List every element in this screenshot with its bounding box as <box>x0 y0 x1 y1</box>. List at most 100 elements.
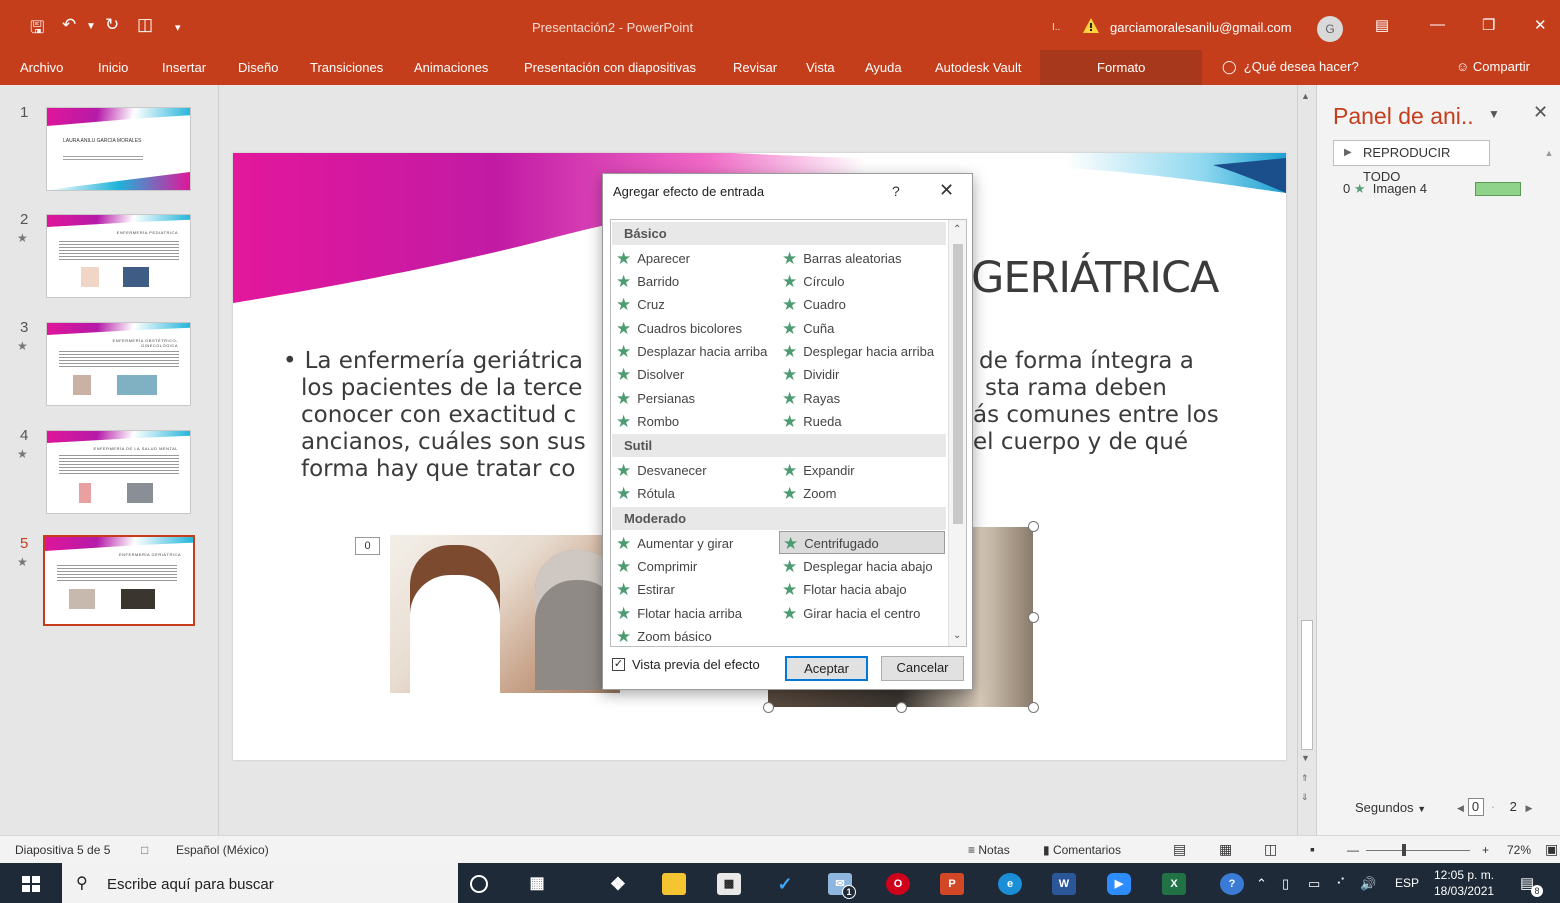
effect-barrido[interactable]: ★ Barrido <box>616 270 679 293</box>
slide-sorter-icon[interactable]: ▦ <box>1219 841 1232 858</box>
effect-desvanecer[interactable]: ★ Desvanecer <box>616 459 707 482</box>
slide-vertical-scrollbar[interactable]: ▲ ▼ ⇑ ⇓ <box>1297 85 1315 835</box>
tab-revisar[interactable]: Revisar <box>733 60 777 75</box>
normal-view-icon[interactable]: ▤ <box>1173 841 1186 858</box>
slide-bullet-text-right[interactable]: de forma íntegra a sta rama deben ás com… <box>973 348 1219 456</box>
wifi-icon[interactable]: ⠊ <box>1336 876 1346 892</box>
notes-button[interactable]: ≡ Notas <box>968 843 1010 857</box>
store-icon[interactable]: ▩ <box>717 873 741 895</box>
previous-slide-icon[interactable]: ⇑ <box>1301 773 1309 784</box>
clock[interactable]: 12:05 p. m. 18/03/2021 <box>1434 867 1494 899</box>
tab-animaciones[interactable]: Animaciones <box>414 60 488 75</box>
redo-icon[interactable]: ↻ <box>105 15 119 35</box>
ribbon-display-options-icon[interactable]: ▤ <box>1375 16 1389 34</box>
tab-formato[interactable]: Formato <box>1040 50 1202 85</box>
taskbar-search[interactable]: ⚲ Escribe aquí para buscar <box>62 863 458 903</box>
warning-icon[interactable] <box>1083 18 1099 33</box>
share-button[interactable]: ☺ Compartir <box>1456 59 1530 74</box>
file-explorer-icon[interactable] <box>662 873 686 895</box>
accessibility-icon[interactable]: □ <box>141 843 148 857</box>
close-window-icon[interactable]: ✕ <box>1534 16 1547 34</box>
help-tray-icon[interactable]: ? <box>1220 873 1244 895</box>
scroll-up-icon[interactable]: ⌃ <box>953 224 961 235</box>
effect-rueda[interactable]: ★ Rueda <box>782 410 842 433</box>
dropbox-icon[interactable]: ❖ <box>606 873 630 895</box>
avatar[interactable]: G <box>1317 16 1343 42</box>
effect-rayas[interactable]: ★ Rayas <box>782 387 840 410</box>
timeline-scale[interactable]: ◀ 0 · 2 ▶ <box>1457 798 1532 816</box>
cortana-icon[interactable] <box>470 875 488 893</box>
effect-aumentar-y-girar[interactable]: ★ Aumentar y girar <box>616 532 733 555</box>
zoom-out-icon[interactable]: — <box>1347 843 1359 857</box>
effect-rombo[interactable]: ★ Rombo <box>616 410 679 433</box>
battery-icon[interactable]: ▭ <box>1308 876 1320 892</box>
close-pane-icon[interactable]: ✕ <box>1533 102 1548 123</box>
powerpoint-icon[interactable]: P <box>940 873 964 895</box>
tell-me-search[interactable]: ◯ ¿Qué desea hacer? <box>1222 59 1359 75</box>
effect-rotula[interactable]: ★ Rótula <box>616 482 675 505</box>
scale-left-icon[interactable]: ◀ <box>1457 803 1464 813</box>
timing-bar[interactable] <box>1475 182 1521 196</box>
preview-effect-checkbox[interactable]: ✓ <box>612 658 625 671</box>
minimize-icon[interactable]: — <box>1430 16 1445 33</box>
tab-diseno[interactable]: Diseño <box>238 60 278 75</box>
resize-handle[interactable] <box>1028 702 1039 713</box>
word-icon[interactable]: W <box>1052 873 1076 895</box>
effect-zoom[interactable]: ★ Zoom <box>782 482 836 505</box>
resize-handle[interactable] <box>1028 612 1039 623</box>
effect-expandir[interactable]: ★ Expandir <box>782 459 855 482</box>
scroll-down-icon[interactable]: ⌄ <box>953 630 961 641</box>
slide-bullet-text[interactable]: • La enfermería geriátrica los pacientes … <box>283 348 586 483</box>
tab-archivo[interactable]: Archivo <box>20 60 63 75</box>
slide-thumbnail-3[interactable]: ENFERMERÍA OBSTÉTRICO-GINECOLÓGICA <box>46 322 191 406</box>
present-from-start-icon[interactable]: ◫ <box>137 15 153 35</box>
tab-insertar[interactable]: Insertar <box>162 60 206 75</box>
edge-icon[interactable]: e <box>998 873 1022 895</box>
effects-list[interactable]: Básico ★ Aparecer ★ Barras aleatorias ★ Bar… <box>610 219 967 647</box>
cancel-button[interactable]: Cancelar <box>881 656 964 681</box>
effect-barras-aleatorias[interactable]: ★ Barras aleatorias <box>782 247 902 270</box>
zoom-level[interactable]: 72% <box>1507 843 1531 857</box>
effect-girar-hacia-el-centro[interactable]: ★ Girar hacia el centro <box>782 602 920 625</box>
slide-title[interactable]: GERIÁTRICA <box>971 253 1219 303</box>
opera-icon[interactable]: O <box>886 873 910 895</box>
animation-list-item[interactable]: 0 ★ Imagen 4 <box>1343 181 1427 197</box>
scroll-up-icon[interactable]: ▲ <box>1301 91 1310 101</box>
seconds-dropdown[interactable]: Segundos ▼ <box>1355 800 1426 815</box>
resize-handle[interactable] <box>896 702 907 713</box>
zoom-slider[interactable] <box>1366 850 1470 851</box>
tab-inicio[interactable]: Inicio <box>98 60 128 75</box>
tray-device-icon[interactable]: ▯ <box>1282 876 1289 892</box>
task-view-icon[interactable]: ▦ <box>525 873 549 895</box>
restore-icon[interactable]: ❐ <box>1482 16 1495 34</box>
customize-qat-icon[interactable]: ▾ <box>175 21 181 34</box>
windows-start-icon[interactable] <box>22 876 40 892</box>
scroll-thumb[interactable] <box>953 244 963 524</box>
tab-transiciones[interactable]: Transiciones <box>310 60 383 75</box>
zoom-in-icon[interactable]: + <box>1482 843 1489 857</box>
comments-button[interactable]: ▮ Comentarios <box>1043 843 1121 857</box>
zoom-slider-knob[interactable] <box>1402 844 1406 856</box>
accept-button[interactable]: Aceptar <box>785 656 868 681</box>
effect-desplegar-hacia-abajo[interactable]: ★ Desplegar hacia abajo <box>782 555 933 578</box>
effect-cuadros-bicolores[interactable]: ★ Cuadros bicolores <box>616 317 742 340</box>
excel-icon[interactable]: X <box>1162 873 1186 895</box>
effect-disolver[interactable]: ★ Disolver <box>616 363 684 386</box>
effect-cuna[interactable]: ★ Cuña <box>782 317 834 340</box>
pane-options-icon[interactable]: ▼ <box>1488 107 1500 121</box>
effect-dividir[interactable]: ★ Dividir <box>782 363 839 386</box>
language-status[interactable]: Español (México) <box>176 843 269 857</box>
effect-estirar[interactable]: ★ Estirar <box>616 578 675 601</box>
nurse-elderly-photo[interactable] <box>390 535 620 693</box>
effect-cuadro[interactable]: ★ Cuadro <box>782 293 846 316</box>
effect-circulo[interactable]: ★ Círculo <box>782 270 844 293</box>
zoom-app-icon[interactable]: ▶ <box>1107 873 1131 895</box>
reading-view-icon[interactable]: ◫ <box>1264 841 1277 858</box>
effect-flotar-hacia-abajo[interactable]: ★ Flotar hacia abajo <box>782 578 907 601</box>
slide-thumbnail-4[interactable]: ENFERMERÍA DE LA SALUD MENTAL <box>46 430 191 514</box>
effect-comprimir[interactable]: ★ Comprimir <box>616 555 697 578</box>
slideshow-icon[interactable]: ▪ <box>1310 841 1315 857</box>
bolt-app-icon[interactable]: ✓ <box>773 873 797 895</box>
resize-handle[interactable] <box>1028 521 1039 532</box>
slide-thumbnail-5[interactable]: ENFERMERÍA GERIÁTRICA <box>43 535 195 626</box>
